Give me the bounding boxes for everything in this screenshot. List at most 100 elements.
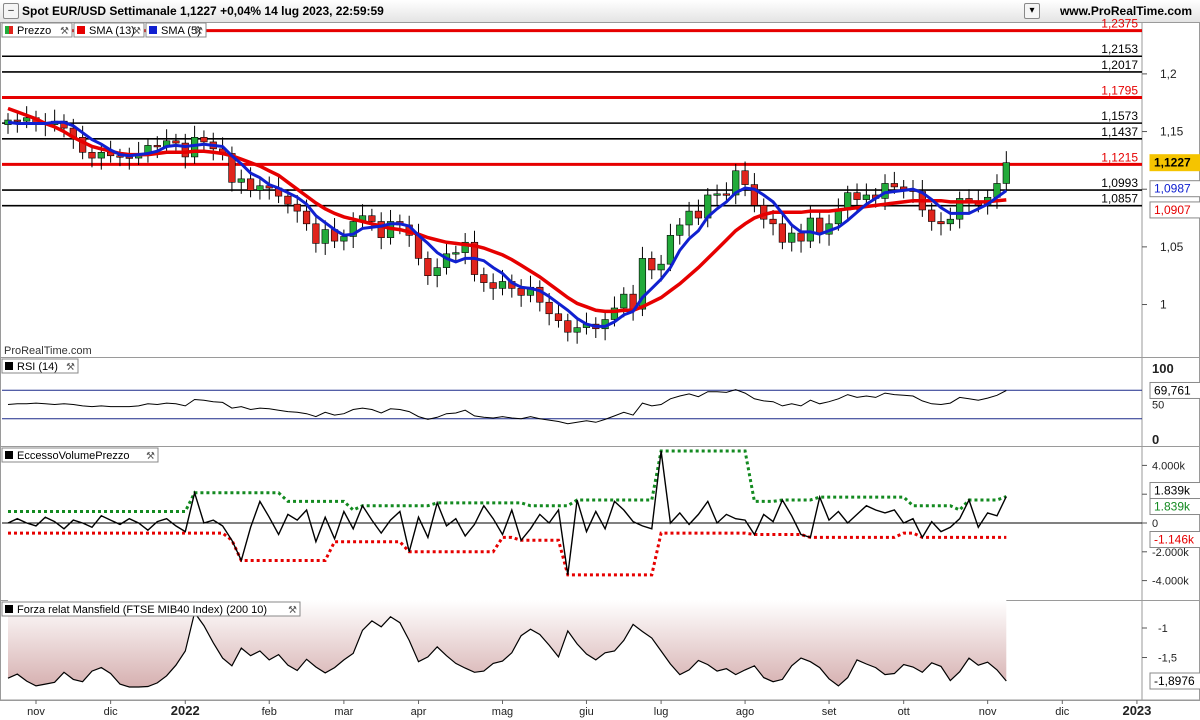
rsi-value-label: 69,761 (1154, 383, 1191, 397)
level-label-3: 1,1795 (1101, 84, 1138, 98)
x-tick-label-14: 2023 (1122, 703, 1151, 718)
candle-body-18[interactable] (172, 140, 180, 144)
candle-body-76[interactable] (713, 193, 721, 196)
volume-lower-band (8, 531, 1007, 577)
chart-canvas[interactable]: 1,2375 1,2153 1,2017 1,1795 1,1573 1,1437 1,12… (0, 0, 1200, 720)
last-price-label: 1,1227 (1154, 156, 1191, 170)
legend-prezzo-swatch-up (5, 26, 9, 34)
x-tick-label-5: apr (411, 706, 427, 718)
candle-body-52[interactable] (489, 282, 497, 289)
x-tick-label-1: dic (104, 706, 119, 718)
level-label-6: 1,1215 (1101, 150, 1138, 164)
legend-mansfield-label: Forza relat Mansfield (FTSE MIB40 Index)… (17, 604, 267, 616)
rsi-panel (0, 357, 1200, 447)
candle-body-77[interactable] (722, 193, 731, 196)
candle-body-2[interactable] (23, 117, 31, 122)
wrench-icon[interactable]: ⚒ (132, 26, 141, 37)
legend-rsi-swatch (5, 362, 13, 370)
legend-volume-swatch (5, 451, 13, 459)
candle-body-58[interactable] (545, 301, 553, 315)
legend-volume-label: EccessoVolumePrezzo (17, 450, 130, 462)
volume-tick-label-0: 4.000k (1152, 460, 1186, 472)
candle-body-73[interactable] (685, 210, 693, 226)
mansfield-tick-label-1: -1,5 (1158, 653, 1177, 665)
x-tick-label-12: nov (979, 706, 997, 718)
x-tick-label-3: feb (262, 706, 277, 718)
candle-body-33[interactable] (312, 223, 320, 244)
candle-body-31[interactable] (293, 203, 301, 212)
volume-line (7, 450, 1007, 575)
mansfield-tick-label-0: -1 (1158, 623, 1168, 635)
candle-body-99[interactable] (928, 209, 936, 222)
candle-body-10[interactable] (97, 152, 105, 159)
x-tick-label-7: giu (579, 706, 594, 718)
candle-body-84[interactable] (788, 232, 796, 243)
volume-tick-label-2: 0 (1152, 518, 1158, 530)
candle-body-83[interactable] (778, 223, 786, 243)
candle-body-95[interactable] (890, 183, 898, 188)
candle-body-92[interactable] (862, 194, 870, 200)
wrench-icon[interactable]: ⚒ (288, 605, 297, 616)
candle-body-100[interactable] (937, 221, 945, 225)
candle-body-25[interactable] (237, 178, 245, 183)
legend-sma13-label: SMA (13) (89, 25, 135, 37)
volume-tick-label-3: -2.000k (1152, 547, 1189, 559)
candle-body-85[interactable] (797, 232, 805, 242)
candle-body-1[interactable] (13, 119, 21, 122)
candle-body-70[interactable] (657, 263, 665, 271)
level-label-7: 1,0993 (1101, 176, 1138, 190)
candle-body-16[interactable] (153, 145, 161, 148)
wrench-icon[interactable]: ⚒ (66, 362, 75, 373)
x-tick-label-8: lug (654, 706, 669, 718)
candle-body-86[interactable] (806, 217, 814, 242)
candle-body-66[interactable] (620, 293, 628, 309)
legend-prezzo-label: Prezzo (17, 25, 51, 37)
x-tick-label-11: ott (898, 706, 910, 718)
candle-body-45[interactable] (424, 258, 432, 277)
candle-body-69[interactable] (648, 258, 656, 271)
candle-body-72[interactable] (676, 224, 684, 236)
x-tick-label-9: ago (736, 706, 754, 718)
candle-body-101[interactable] (946, 218, 954, 225)
candle-body-26[interactable] (246, 178, 255, 191)
legend-prezzo-swatch-down (9, 26, 13, 34)
level-label-4: 1,1573 (1101, 109, 1138, 123)
candle-body-36[interactable] (340, 236, 348, 242)
candle-body-79[interactable] (741, 170, 749, 185)
wrench-icon[interactable]: ⚒ (146, 451, 155, 462)
wrench-icon[interactable]: ⚒ (194, 26, 203, 37)
legend-mansfield-swatch (5, 605, 13, 613)
candle-body-74[interactable] (694, 210, 703, 219)
candle-body-82[interactable] (769, 218, 777, 225)
candle-body-30[interactable] (284, 195, 292, 205)
candle-body-46[interactable] (433, 267, 441, 277)
level-label-1: 1,2153 (1101, 42, 1138, 56)
candle-body-60[interactable] (564, 320, 572, 333)
candle-body-91[interactable] (853, 192, 861, 200)
price-tick-label-0: 1 (1160, 298, 1167, 312)
candle-body-39[interactable] (368, 215, 376, 222)
candle-body-34[interactable] (321, 229, 329, 244)
x-tick-label-2: 2022 (171, 703, 200, 718)
legend-sma5-swatch (149, 26, 157, 34)
rsi-tick-label-2: 0 (1152, 432, 1159, 447)
candle-body-107[interactable] (1002, 162, 1010, 184)
x-tick-label-0: nov (27, 706, 45, 718)
candle-body-9[interactable] (88, 152, 96, 159)
volume-value-label: 1.839k (1154, 484, 1191, 498)
candle-body-71[interactable] (666, 235, 675, 265)
candle-body-55[interactable] (517, 288, 525, 296)
rsi-tick-label-1: 50 (1152, 400, 1164, 412)
rsi-tick-label-0: 100 (1152, 361, 1174, 376)
candle-body-51[interactable] (480, 274, 488, 283)
x-tick-label-13: dic (1055, 706, 1070, 718)
candle-body-59[interactable] (554, 313, 563, 321)
candle-body-48[interactable] (452, 252, 460, 255)
candle-body-27[interactable] (256, 185, 264, 191)
wrench-icon[interactable]: ⚒ (60, 26, 69, 37)
candle-body-61[interactable] (573, 327, 581, 333)
candle-body-21[interactable] (200, 137, 208, 143)
candle-body-89[interactable] (834, 209, 842, 225)
candle-body-53[interactable] (498, 281, 507, 289)
candle-body-32[interactable] (302, 210, 311, 225)
